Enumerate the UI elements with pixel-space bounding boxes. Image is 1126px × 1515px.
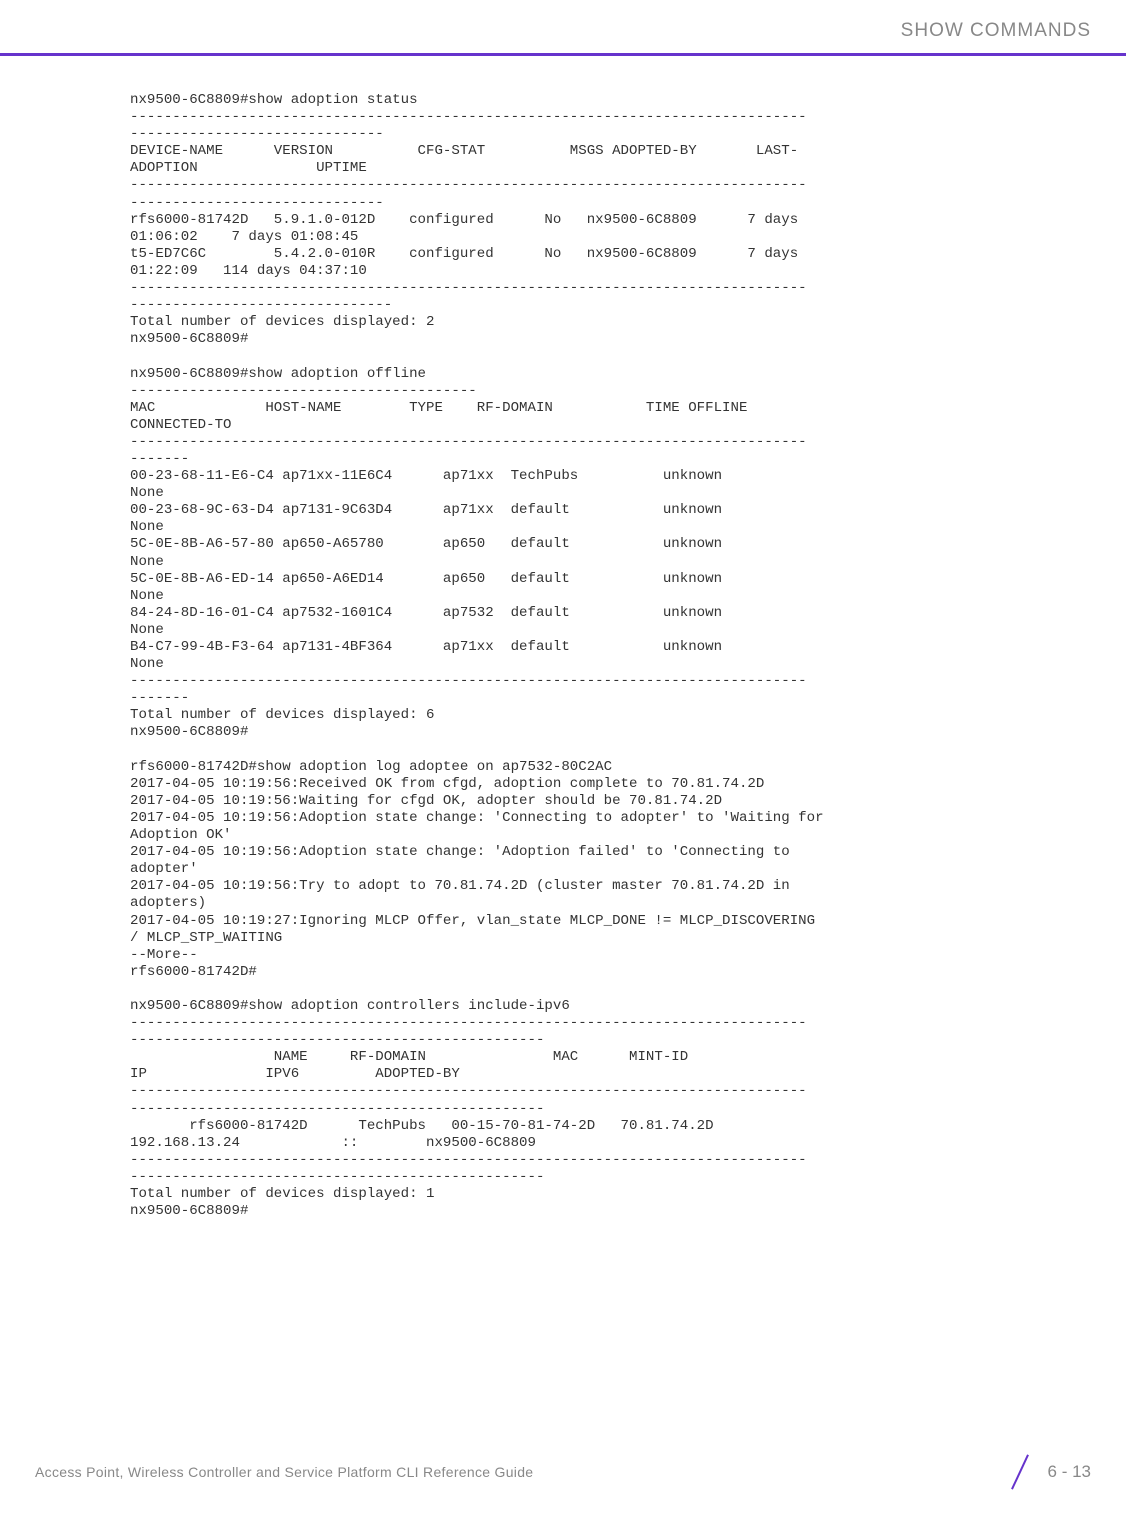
footer-guide-title: Access Point, Wireless Controller and Se… bbox=[35, 1464, 533, 1480]
slash-decoration-icon bbox=[1005, 1457, 1035, 1487]
header-divider bbox=[0, 53, 1126, 56]
page-number: 6 - 13 bbox=[1048, 1462, 1091, 1482]
page-number-container: 6 - 13 bbox=[1005, 1457, 1091, 1487]
page-footer: Access Point, Wireless Controller and Se… bbox=[35, 1457, 1091, 1487]
section-header: SHOW COMMANDS bbox=[901, 20, 1091, 42]
terminal-output: nx9500-6C8809#show adoption status -----… bbox=[130, 92, 1094, 1220]
